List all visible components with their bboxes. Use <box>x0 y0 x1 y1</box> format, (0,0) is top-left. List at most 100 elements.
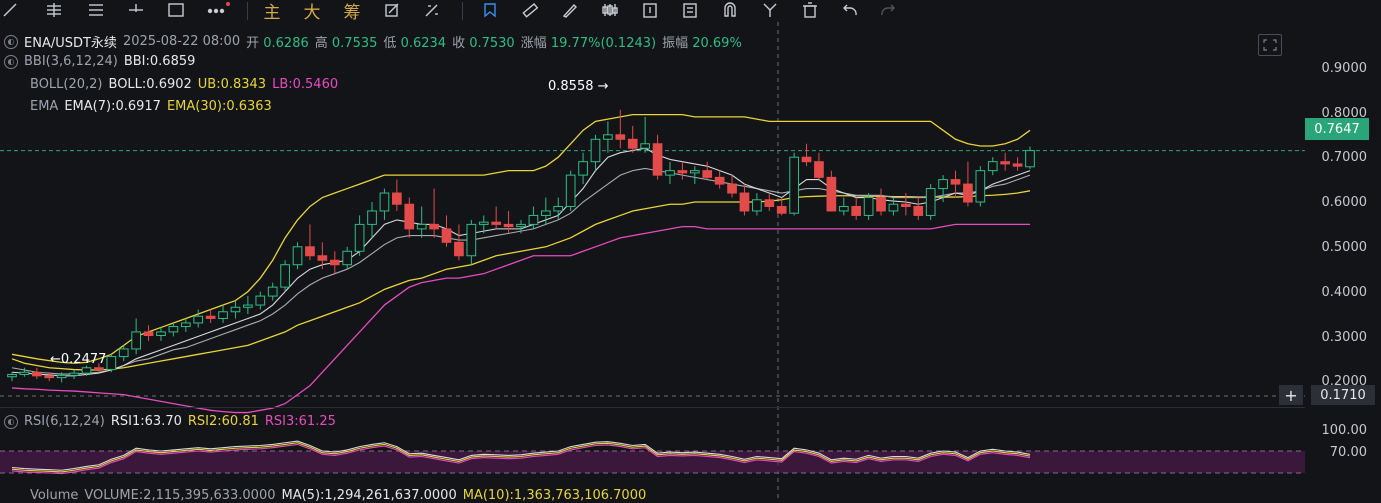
candle-body <box>540 210 551 216</box>
candle-body <box>727 183 737 194</box>
volume-value: VOLUME:2,115,395,633.0000 <box>84 488 276 503</box>
candle-body <box>863 197 874 216</box>
open-label: 开 <box>246 36 260 51</box>
visibility-icon[interactable]: ◐ <box>4 54 18 69</box>
drawing-toolbar: 主 大 筹 <box>0 0 1381 23</box>
axis-label: 0.3000 <box>1321 330 1368 345</box>
candle-body <box>180 322 191 328</box>
candle-body <box>516 223 526 228</box>
candle-body <box>752 199 762 212</box>
volume-name[interactable]: Volume <box>30 488 78 503</box>
bars-icon[interactable] <box>598 0 622 20</box>
ema-name[interactable]: EMA <box>30 99 58 114</box>
redo-icon[interactable] <box>876 0 900 20</box>
edit-icon[interactable] <box>380 0 404 20</box>
axis-label: 0.6000 <box>1321 195 1368 210</box>
candle-body <box>19 371 30 375</box>
high-price-marker: 0.8558 → <box>548 79 609 94</box>
candle-body <box>826 176 837 212</box>
horizontal-lines-icon[interactable] <box>42 0 66 20</box>
candle-body <box>156 331 166 337</box>
ema30-value: EMA(30):0.6363 <box>166 99 272 114</box>
boll-name[interactable]: BOLL(20,2) <box>30 77 103 92</box>
note-icon[interactable] <box>638 0 662 20</box>
boll-row: BOLL(20,2) BOLL:0.6902 UB:0.8343 LB:0.54… <box>30 77 338 92</box>
candle-body <box>503 223 514 228</box>
crosshair-price-label: 0.1710 <box>1311 385 1375 405</box>
magnet-icon[interactable] <box>718 0 742 20</box>
rectangle-icon[interactable] <box>164 0 188 20</box>
candle-datetime: 2025-08-22 08:00 <box>122 34 241 49</box>
candle-body <box>379 192 390 212</box>
candle-body <box>1025 150 1035 168</box>
bbi-name[interactable]: BBI(3,6,12,24) <box>24 54 118 69</box>
candle-body <box>31 371 42 377</box>
candle-body <box>702 170 713 178</box>
fullscreen-icon[interactable] <box>1258 34 1282 56</box>
candle-body <box>888 203 899 212</box>
candle-body <box>69 372 79 376</box>
candle-body <box>789 156 799 214</box>
edit-note-icon[interactable] <box>678 0 702 20</box>
candle-body <box>466 223 477 257</box>
candle-body <box>801 156 812 163</box>
volume-ma5: MA(5):1,294,261,637.0000 <box>281 488 457 503</box>
candle-body <box>590 138 601 163</box>
magic-tool-icon[interactable] <box>420 0 444 20</box>
candle-body <box>94 367 104 371</box>
change-value: 19.77%(0.1243) <box>550 36 657 51</box>
axis-label: 0.7000 <box>1321 150 1368 165</box>
candle-body <box>392 192 402 205</box>
toolbar-separator <box>247 2 248 20</box>
candle-body <box>838 205 849 212</box>
big-order-button[interactable]: 大 <box>300 0 324 23</box>
candle-body <box>441 228 452 243</box>
rsi-row: ◐ RSI(6,12,24) RSI1:63.70 RSI2:60.81 RSI… <box>4 414 336 429</box>
add-alert-button[interactable]: + <box>1279 385 1303 405</box>
pane-divider[interactable] <box>0 407 1381 408</box>
price-axis[interactable]: 0.9000 0.8000 0.7000 0.6000 0.5000 0.400… <box>1305 22 1381 498</box>
volume-row: Volume VOLUME:2,115,395,633.0000 MA(5):1… <box>30 488 646 503</box>
candle-body <box>255 295 266 306</box>
candle-body <box>478 221 489 225</box>
candle-body <box>901 203 911 207</box>
main-force-button[interactable]: 主 <box>260 0 284 23</box>
candle-body <box>963 183 973 203</box>
candle-body <box>230 306 241 313</box>
visibility-icon[interactable]: ◐ <box>4 34 18 49</box>
rsi-name[interactable]: RSI(6,12,24) <box>24 414 105 429</box>
toolbar-separator <box>462 2 463 20</box>
amplitude-value: 20.69% <box>692 36 742 51</box>
candle-body <box>814 161 824 178</box>
candle-body <box>317 255 328 261</box>
candle-body <box>56 374 67 379</box>
brush-icon[interactable] <box>558 0 582 20</box>
menu-lines-icon[interactable] <box>84 0 108 20</box>
chips-button[interactable]: 筹 <box>340 0 364 23</box>
ema30-line <box>11 190 1031 371</box>
low-value: 0.6234 <box>400 36 447 51</box>
candle-body <box>913 205 924 216</box>
trendline-icon[interactable] <box>0 0 20 20</box>
bbi-value: BBI:0.6859 <box>123 54 196 69</box>
pin-icon[interactable] <box>478 0 502 20</box>
symbol-name[interactable]: ENA/USDT永续 <box>24 32 117 51</box>
more-icon[interactable] <box>204 0 234 20</box>
candle-body <box>1012 163 1023 167</box>
low-label: 低 <box>383 36 397 51</box>
current-price-label: 0.7647 <box>1305 118 1369 140</box>
candle-body <box>764 199 775 207</box>
candle-body <box>950 179 961 185</box>
boll-lb-value: LB:0.5460 <box>272 77 339 92</box>
close-label: 收 <box>452 36 466 51</box>
candle-body <box>305 246 315 257</box>
crosshair-icon[interactable] <box>124 0 148 20</box>
undo-icon[interactable] <box>838 0 862 20</box>
trash-icon[interactable] <box>798 0 822 20</box>
ruler-icon[interactable] <box>518 0 542 20</box>
ema7-line <box>11 147 1031 377</box>
symbol-info-row: ◐ ENA/USDT永续 2025-08-22 08:00 开 0.6286 高… <box>4 32 742 51</box>
visibility-icon[interactable]: ◐ <box>4 414 18 429</box>
fork-icon[interactable] <box>758 0 782 20</box>
rsi2-value: RSI2:60.81 <box>187 414 259 429</box>
